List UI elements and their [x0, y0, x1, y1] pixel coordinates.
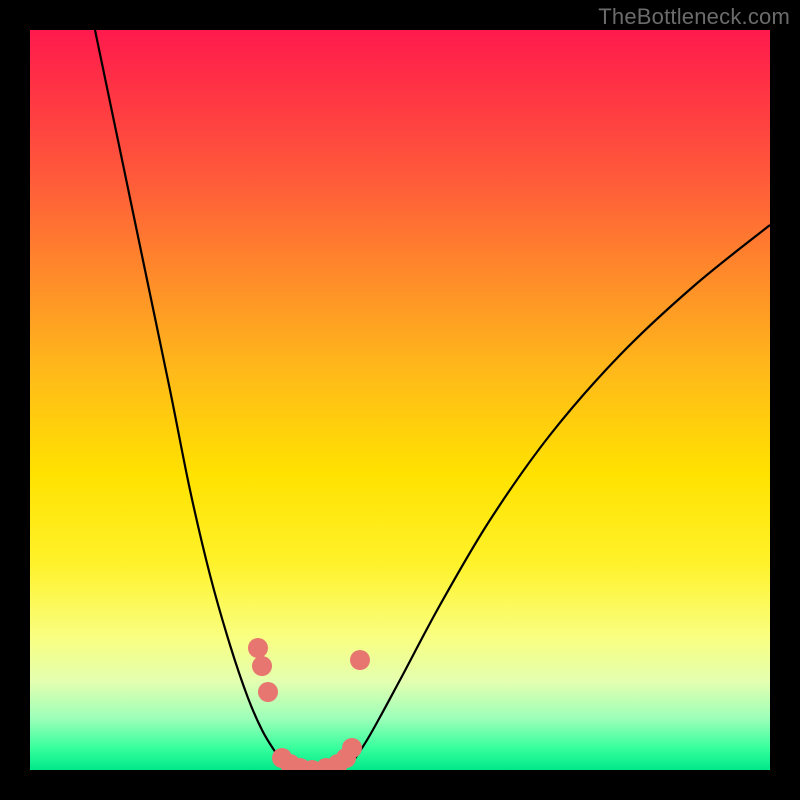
curve-layer	[30, 30, 770, 770]
data-point	[342, 738, 362, 758]
data-point	[350, 650, 370, 670]
data-point	[258, 682, 278, 702]
watermark-text: TheBottleneck.com	[598, 4, 790, 30]
data-point	[252, 656, 272, 676]
data-points	[248, 638, 370, 770]
plot-area	[30, 30, 770, 770]
chart-frame: TheBottleneck.com	[0, 0, 800, 800]
curve-right	[352, 225, 770, 763]
data-point	[248, 638, 268, 658]
